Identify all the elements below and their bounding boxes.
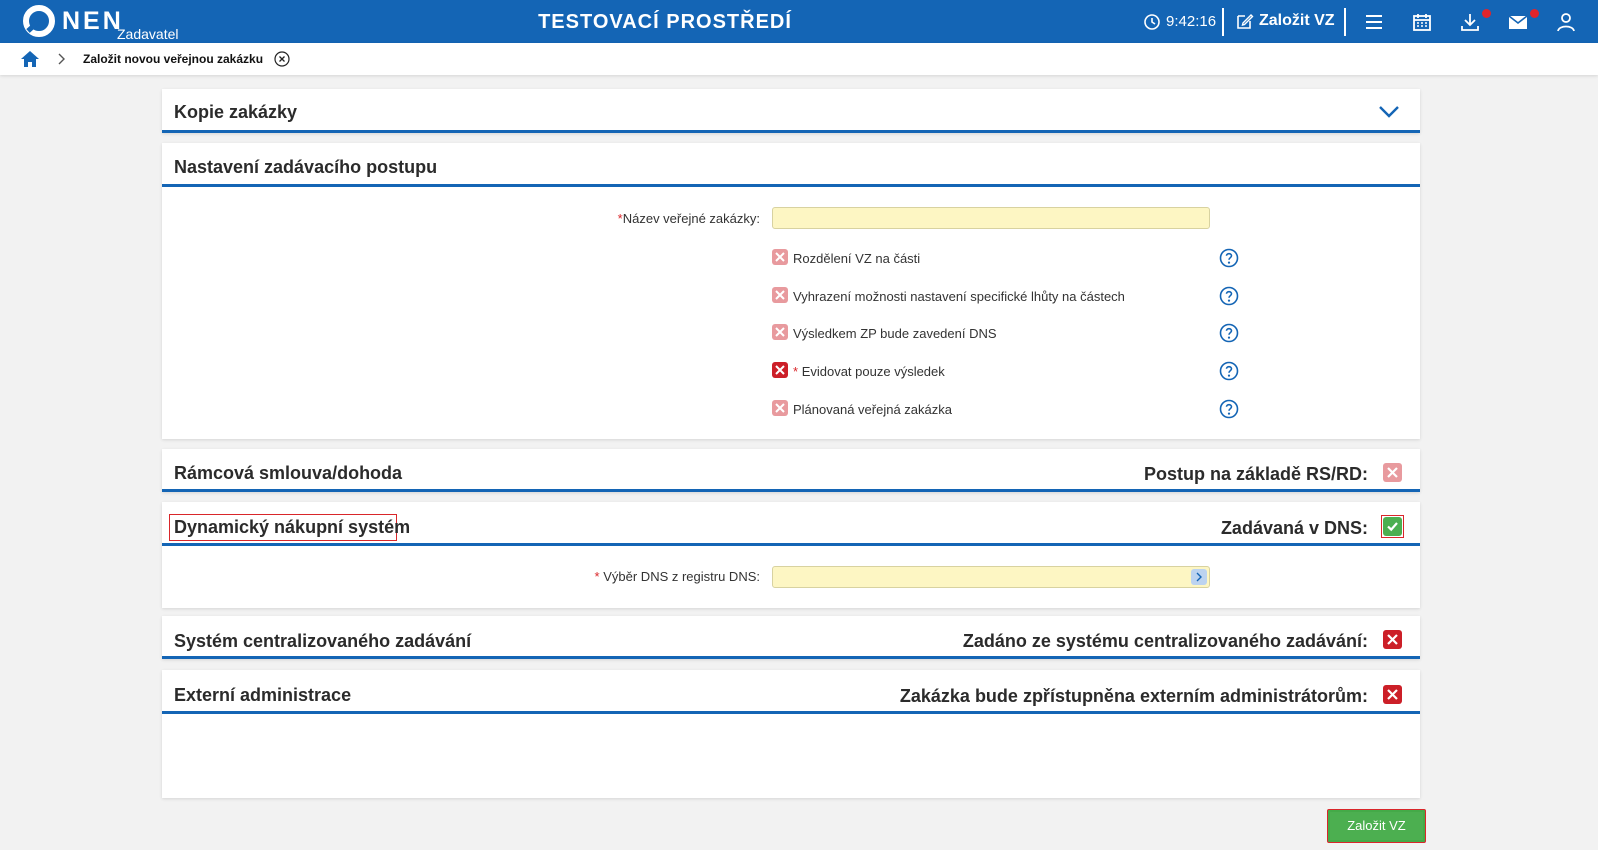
name-input[interactable]	[772, 207, 1210, 229]
create-vz-button-label: Založit VZ	[1347, 818, 1406, 833]
split-parts-checkbox[interactable]	[772, 249, 788, 265]
dns-panel-title: Dynamický nákupní systém	[174, 517, 411, 537]
edit-icon[interactable]	[1235, 12, 1254, 31]
download-icon[interactable]	[1459, 11, 1481, 33]
session-clock: 9:42:16	[1166, 13, 1217, 30]
dns-checkbox[interactable]	[1383, 517, 1402, 536]
cross-icon	[1387, 689, 1398, 700]
chevron-right-icon	[1196, 572, 1202, 582]
cross-icon	[775, 290, 785, 300]
dns-select-button[interactable]	[1191, 569, 1207, 585]
dns-panel-header: Dynamický nákupní systém Zadávaná v DNS:	[162, 502, 1420, 546]
external-panel-title: Externí administrace	[174, 685, 352, 705]
header-divider	[1222, 8, 1224, 36]
planned-vz-label: Plánovaná veřejná zakázka	[793, 402, 952, 417]
cross-icon	[1387, 634, 1398, 645]
result-only-checkbox[interactable]	[772, 362, 788, 378]
framework-panel: Rámcová smlouva/dohoda Postup na základě…	[162, 449, 1420, 492]
external-checkbox[interactable]	[1383, 685, 1402, 704]
name-field-label: *Název veřejné zakázky:	[617, 211, 760, 226]
menu-icon[interactable]	[1363, 11, 1385, 33]
create-vz-button[interactable]: Založit VZ	[1327, 809, 1426, 843]
split-parts-label: Rozdělení VZ na části	[793, 251, 921, 266]
dns-panel: Dynamický nákupní systém Zadávaná v DNS:…	[162, 502, 1420, 608]
help-icon[interactable]	[1219, 286, 1239, 306]
header-divider	[1344, 8, 1346, 36]
framework-panel-title: Rámcová smlouva/dohoda	[174, 463, 403, 483]
mail-notification-badge	[1530, 9, 1539, 18]
specific-deadline-label: Vyhrazení možnosti nastavení specifické …	[793, 289, 1125, 304]
dns-toggle-label: Zadávaná v DNS:	[1220, 518, 1368, 538]
result-only-label: * Evidovat pouze výsledek	[793, 364, 945, 379]
external-panel-header: Externí administrace Zakázka bude zpříst…	[162, 670, 1420, 714]
calendar-icon[interactable]	[1411, 11, 1433, 33]
central-checkbox[interactable]	[1383, 630, 1402, 649]
framework-checkbox[interactable]	[1383, 463, 1402, 482]
framework-toggle-label: Postup na základě RS/RD:	[1143, 464, 1368, 484]
procedure-panel-header: Nastavení zadávacího postupu	[162, 143, 1420, 187]
planned-vz-checkbox[interactable]	[772, 400, 788, 416]
breadcrumb: Založit novou veřejnou zakázku	[0, 43, 1598, 75]
close-tab-icon[interactable]	[274, 51, 290, 67]
checkmark-icon	[1387, 522, 1398, 532]
framework-panel-header: Rámcová smlouva/dohoda Postup na základě…	[162, 449, 1420, 492]
procedure-panel: Nastavení zadávacího postupu *Název veře…	[162, 143, 1420, 439]
breadcrumb-current: Založit novou veřejnou zakázku	[83, 52, 264, 66]
copy-panel-title: Kopie zakázky	[174, 102, 298, 122]
environment-title: TESTOVACÍ PROSTŘEDÍ	[538, 11, 792, 33]
external-panel: Externí administrace Zakázka bude zpříst…	[162, 670, 1420, 798]
chevron-down-icon[interactable]	[1378, 105, 1400, 119]
mail-icon[interactable]	[1507, 11, 1529, 33]
central-panel-title: Systém centralizovaného zadávání	[174, 631, 472, 651]
external-toggle-label: Zakázka bude zpřístupněna externím admin…	[899, 686, 1368, 706]
help-icon[interactable]	[1219, 361, 1239, 381]
top-bar: NEN Zadavatel TESTOVACÍ PROSTŘEDÍ 9:42:1…	[0, 0, 1598, 43]
user-icon[interactable]	[1555, 11, 1577, 33]
specific-deadline-checkbox[interactable]	[772, 287, 788, 303]
dns-select-label: * Výběr DNS z registru DNS:	[594, 569, 760, 584]
copy-panel: Kopie zakázky	[162, 89, 1420, 133]
procedure-panel-title: Nastavení zadávacího postupu	[174, 157, 438, 177]
cross-icon	[775, 403, 785, 413]
download-notification-badge	[1482, 9, 1491, 18]
central-toggle-label: Zadáno ze systému centralizovaného zadáv…	[962, 631, 1368, 651]
cross-icon	[775, 252, 785, 262]
cross-icon	[775, 365, 785, 375]
chevron-right-icon	[58, 53, 65, 65]
dns-select-input[interactable]	[772, 566, 1210, 588]
dns-result-label: Výsledkem ZP bude zavedení DNS	[793, 326, 997, 341]
help-icon[interactable]	[1219, 399, 1239, 419]
help-icon[interactable]	[1219, 248, 1239, 268]
home-icon[interactable]	[20, 50, 40, 68]
cross-icon	[775, 327, 785, 337]
central-panel-header: Systém centralizovaného zadávání Zadáno …	[162, 616, 1420, 659]
copy-panel-header[interactable]: Kopie zakázky	[162, 89, 1420, 133]
create-vz-link[interactable]: Založit VZ	[1259, 12, 1335, 30]
central-panel: Systém centralizovaného zadávání Zadáno …	[162, 616, 1420, 659]
cross-icon	[1387, 467, 1398, 478]
clock-icon	[1144, 14, 1160, 30]
help-icon[interactable]	[1219, 323, 1239, 343]
dns-result-checkbox[interactable]	[772, 324, 788, 340]
